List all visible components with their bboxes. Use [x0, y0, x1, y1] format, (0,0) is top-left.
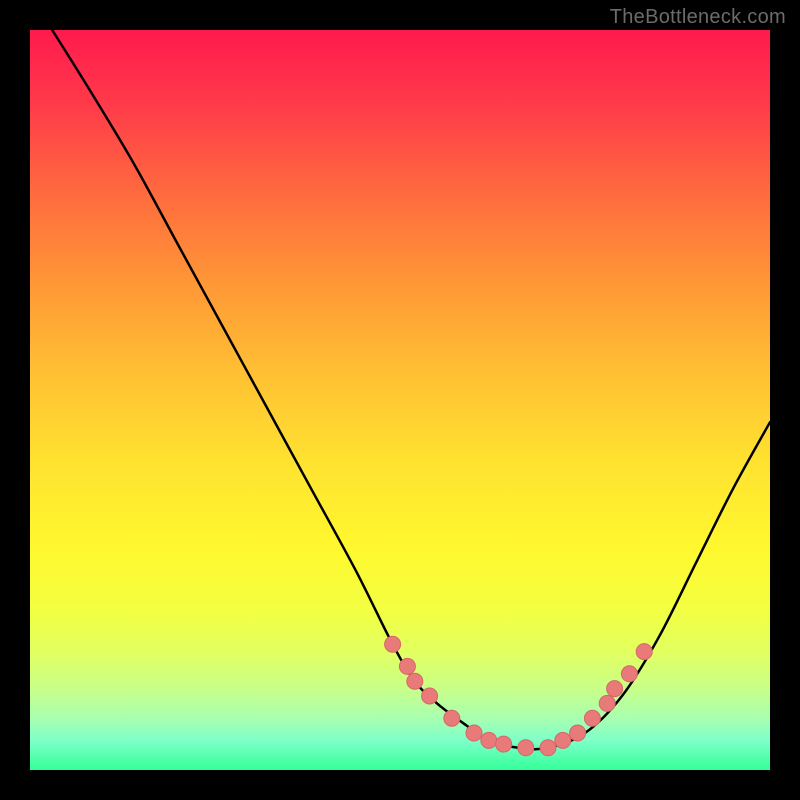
data-dot — [555, 732, 571, 748]
data-dot — [481, 732, 497, 748]
data-dot — [496, 736, 512, 752]
data-dot — [399, 658, 415, 674]
data-dot — [385, 636, 401, 652]
data-dot — [584, 710, 600, 726]
curve-svg — [30, 30, 770, 770]
data-dot — [570, 725, 586, 741]
data-dots — [385, 636, 653, 756]
data-dot — [540, 740, 556, 756]
data-dot — [407, 673, 423, 689]
chart-stage: TheBottleneck.com — [0, 0, 800, 800]
watermark-text: TheBottleneck.com — [610, 6, 786, 29]
plot-area — [30, 30, 770, 770]
data-dot — [444, 710, 460, 726]
data-dot — [466, 725, 482, 741]
data-dot — [599, 695, 615, 711]
data-dot — [518, 740, 534, 756]
data-dot — [607, 681, 623, 697]
data-dot — [621, 666, 637, 682]
data-dot — [422, 688, 438, 704]
bottleneck-curve — [52, 30, 770, 749]
data-dot — [636, 644, 652, 660]
